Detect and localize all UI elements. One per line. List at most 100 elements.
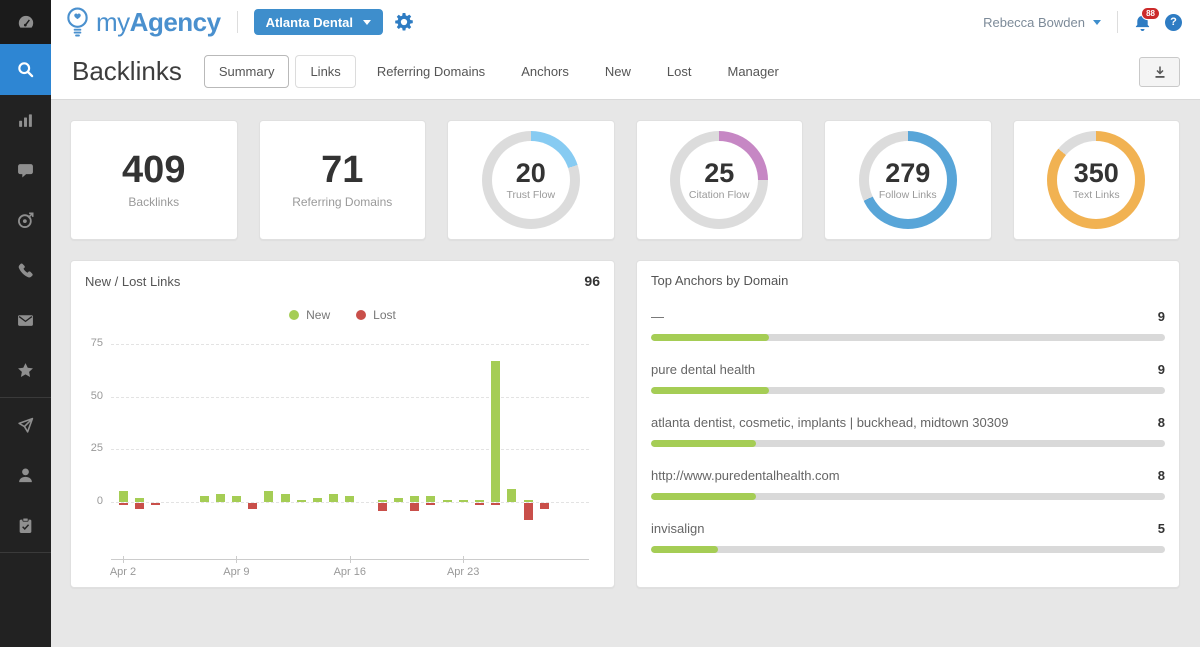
sidebar-item-mail[interactable] — [0, 295, 51, 345]
panel-title: New / Lost Links — [85, 274, 180, 289]
gridline — [111, 502, 589, 503]
panels-row: New / Lost Links 96 NewLost 7550250Apr 2… — [70, 260, 1180, 588]
search-icon — [17, 61, 34, 78]
sidebar-item-bar-chart[interactable] — [0, 95, 51, 145]
panel-head: Top Anchors by Domain — [651, 273, 1165, 288]
donut-gauge: 25Citation Flow — [670, 131, 768, 229]
donut-center: 25Citation Flow — [680, 141, 758, 219]
topbar-right: Rebecca Bowden 88 ? — [983, 11, 1182, 33]
anchor-label: pure dental health — [651, 362, 755, 377]
tab-summary[interactable]: Summary — [204, 55, 290, 88]
sidebar-item-user[interactable] — [0, 450, 51, 500]
bar-lost — [151, 503, 160, 505]
bar-lost — [475, 503, 484, 505]
brand-name: myAgency — [96, 7, 221, 38]
bar-new — [507, 489, 516, 502]
tab-manager[interactable]: Manager — [712, 55, 793, 88]
legend-item-lost[interactable]: Lost — [356, 307, 396, 323]
anchor-bar-fill — [651, 387, 769, 394]
caret-down-icon — [363, 20, 371, 25]
new-lost-links-panel: New / Lost Links 96 NewLost 7550250Apr 2… — [70, 260, 615, 588]
bar-new — [378, 500, 387, 502]
sidebar-item-paper-plane[interactable] — [0, 400, 51, 450]
bar-lost — [135, 503, 144, 509]
mail-icon — [17, 312, 34, 329]
bar-new — [443, 500, 452, 502]
bar-new — [232, 496, 241, 502]
client-selector-button[interactable]: Atlanta Dental — [254, 9, 383, 35]
bar-lost — [248, 503, 257, 509]
divider — [237, 11, 238, 33]
x-axis-label: Apr 16 — [320, 566, 380, 578]
clipboard-check-icon — [17, 517, 34, 534]
help-button[interactable]: ? — [1165, 14, 1182, 31]
anchor-value: 8 — [1158, 415, 1165, 430]
notifications-button[interactable]: 88 — [1134, 14, 1151, 31]
bar-new — [345, 496, 354, 502]
bar-chart-icon — [17, 112, 34, 129]
sidebar-item-search[interactable] — [0, 44, 51, 95]
divider — [1117, 11, 1118, 33]
y-axis-label: 50 — [77, 390, 103, 402]
app-root: myAgency Atlanta Dental Rebecca Bowden — [0, 0, 1200, 647]
legend-label: New — [306, 308, 330, 322]
gridline — [111, 449, 589, 450]
stat-card-text-links: 350 Text Links — [1013, 120, 1181, 240]
anchor-row: —9 — [651, 309, 1165, 341]
tab-anchors[interactable]: Anchors — [506, 55, 584, 88]
anchor-bar-fill — [651, 546, 718, 553]
stat-label: Trust Flow — [506, 189, 555, 201]
sidebar-item-star[interactable] — [0, 345, 51, 395]
bar-lost — [378, 503, 387, 511]
bar-new — [297, 500, 306, 502]
tab-links[interactable]: Links — [295, 55, 355, 88]
anchor-label: atlanta dentist, cosmetic, implants | bu… — [651, 415, 1008, 430]
download-button[interactable] — [1139, 57, 1180, 87]
stat-value: 25 — [704, 159, 734, 187]
anchor-row: http://www.puredentalhealth.com8 — [651, 468, 1165, 500]
bar-new — [410, 496, 419, 502]
bar-new — [135, 498, 144, 502]
bar-new — [426, 496, 435, 502]
sidebar-item-clipboard-check[interactable] — [0, 500, 51, 550]
bar-new — [491, 361, 500, 502]
stat-value: 409 — [122, 151, 185, 191]
donut-gauge: 350 Text Links — [1047, 131, 1145, 229]
bar-new — [394, 498, 403, 502]
stat-value: 279 — [885, 159, 930, 187]
tab-new[interactable]: New — [590, 55, 646, 88]
sidebar-item-chat[interactable] — [0, 145, 51, 195]
brand-logo: myAgency — [65, 6, 221, 39]
star-icon — [17, 362, 34, 379]
x-axis-label: Apr 23 — [433, 566, 493, 578]
panel-head: New / Lost Links 96 — [85, 273, 600, 289]
client-selector-label: Atlanta Dental — [266, 15, 353, 30]
sidebar-divider — [0, 397, 51, 398]
user-menu[interactable]: Rebecca Bowden — [983, 15, 1101, 30]
anchor-bar-track — [651, 387, 1165, 394]
sidebar-divider — [0, 552, 51, 553]
stat-label: Text Links — [1073, 189, 1120, 201]
donut-center: 20 Trust Flow — [492, 141, 570, 219]
stat-value: 20 — [516, 159, 546, 187]
bar-new — [281, 494, 290, 502]
bar-new — [216, 494, 225, 502]
bar-new — [264, 491, 273, 502]
paper-plane-icon — [17, 417, 34, 434]
anchor-bar-track — [651, 546, 1165, 553]
top-anchors-panel: Top Anchors by Domain —9 pure dental heal… — [636, 260, 1180, 588]
tab-lost[interactable]: Lost — [652, 55, 707, 88]
anchor-bar-fill — [651, 334, 769, 341]
stat-card-follow-links: 279Follow Links — [824, 120, 992, 240]
sidebar-item-target-arrow[interactable] — [0, 195, 51, 245]
gear-icon[interactable] — [395, 13, 413, 31]
sidebar-item-phone[interactable] — [0, 245, 51, 295]
tab-referring-domains[interactable]: Referring Domains — [362, 55, 500, 88]
stat-cards: 409Backlinks71Referring Domains20Trust F… — [70, 120, 1180, 240]
newlost-chart: 7550250Apr 2Apr 9Apr 16Apr 23 — [111, 337, 589, 582]
stat-value: 350 — [1074, 159, 1119, 187]
sidebar-item-speedometer[interactable] — [0, 0, 51, 44]
page-header: Backlinks SummaryLinksReferring DomainsA… — [51, 44, 1200, 100]
legend-item-new[interactable]: New — [289, 307, 330, 323]
content: 409Backlinks71Referring Domains20Trust F… — [51, 100, 1200, 647]
